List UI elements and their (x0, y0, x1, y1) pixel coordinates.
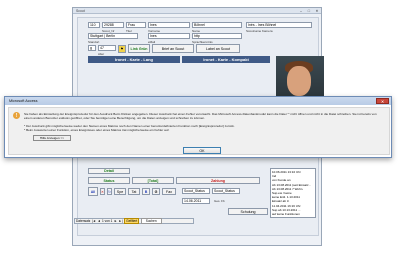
website-field[interactable]: http (192, 33, 242, 39)
scout-date-field[interactable]: 14.06.2011 (182, 198, 210, 204)
minimize-icon[interactable]: – (297, 8, 305, 13)
dialog-titlebar: Microsoft Access ✕ (5, 97, 391, 105)
email-field[interactable]: Ines (148, 33, 190, 39)
brief-an-scout-button[interactable]: Brief an Scout (152, 44, 194, 53)
dialog-close-icon[interactable]: ✕ (376, 98, 389, 104)
note-line: auf keine Funktionen (272, 212, 300, 217)
zahlung-button[interactable]: Zahlung (176, 177, 260, 184)
flag-icon[interactable]: ⚑ (118, 45, 126, 53)
status-button[interactable]: Status (88, 177, 130, 184)
karte-kompakt-bar[interactable]: Ironet - Karte - Kompakt (182, 56, 270, 63)
window-controls: – □ ✕ (297, 8, 321, 13)
alter-field[interactable]: 47 (98, 45, 116, 51)
help-button[interactable]: Hilfe Anzeigen >> (33, 135, 71, 141)
filter-badge[interactable]: Gefiltert (124, 218, 140, 224)
karte-lang-bar[interactable]: Ironet - Karte - Lang (88, 56, 180, 63)
arrow-icon[interactable]: ↻ (107, 188, 112, 195)
next-record-icon[interactable]: ► (114, 219, 117, 223)
nachname-field[interactable]: Böhnel (192, 22, 242, 28)
form-title: Scout (76, 8, 85, 13)
titel-field[interactable]: Frau (126, 22, 146, 28)
ok-button[interactable]: OK (183, 147, 221, 154)
navigator-label: Datensatz (76, 219, 91, 223)
scout-status-field-2[interactable]: Scout_Status (212, 188, 240, 194)
b-button[interactable]: B (142, 188, 150, 195)
maximize-icon[interactable]: □ (305, 8, 313, 13)
record-id-field[interactable]: 110 (88, 22, 100, 28)
close-icon[interactable]: ✕ (313, 8, 321, 13)
detail-button[interactable]: Detail (88, 168, 130, 174)
spe-field[interactable]: Spe (114, 188, 126, 195)
scout-nr-field[interactable]: 29288 (102, 22, 124, 28)
dialog-title: Microsoft Access (9, 99, 38, 103)
total-button[interactable]: [Total] (132, 177, 174, 184)
fullname-field[interactable]: Inès - Ines Böhnel (246, 22, 312, 28)
scout-status-field[interactable]: Scout_Status (182, 188, 210, 194)
x-red-icon[interactable]: ✕ (100, 188, 105, 195)
last-record-icon[interactable]: ►| (119, 219, 123, 223)
notes-box[interactable]: 10.06.2011 13:10 Uhr Ind von Kunde an Ab… (270, 168, 316, 218)
record-position[interactable]: 1 von 1 (102, 219, 112, 223)
form-titlebar: Scout – □ ✕ (73, 8, 321, 14)
tat-field[interactable]: Tat (128, 188, 140, 195)
label-an-scout-button[interactable]: Label an Scout (196, 44, 240, 53)
sign-label: Ges. Fb (214, 199, 225, 203)
schulung-button[interactable]: Schulung (228, 208, 268, 215)
g-button[interactable]: G (152, 188, 160, 195)
error-dialog: Microsoft Access ✕ ! Sie haben als Einst… (4, 96, 392, 158)
fax-button[interactable]: Fax (162, 188, 176, 195)
fullname-caption: Scoutname Kamera (246, 29, 273, 33)
prev-record-icon[interactable]: ◄ (97, 219, 100, 223)
first-record-icon[interactable]: |◄ (92, 219, 96, 223)
link-gruen-button[interactable]: Link Grün (128, 44, 150, 53)
standort-caption: Standort (88, 40, 100, 44)
search-input[interactable]: Suchen (140, 218, 162, 224)
dialog-message: Sie haben als Einstellung der Ereignispr… (24, 112, 377, 120)
record-navigator: Datensatz |◄ ◄ 1 von 1 ► ►| Gefiltert Su… (74, 218, 194, 224)
dialog-content: ! Sie haben als Einstellung der Ereignis… (8, 107, 390, 155)
standort-field[interactable]: Stuttgart | Berlin (88, 33, 138, 39)
warning-icon: ! (13, 112, 20, 119)
dialog-details: * Der Ausdruck gibt möglicherweise weder… (24, 124, 364, 132)
all-button[interactable]: All (88, 187, 98, 196)
dialog-detail-line: * Beim Auswerten einer Funktion, eines E… (24, 128, 170, 132)
weight-field[interactable]: g (88, 45, 96, 51)
vorname-field[interactable]: Ines (148, 22, 190, 28)
